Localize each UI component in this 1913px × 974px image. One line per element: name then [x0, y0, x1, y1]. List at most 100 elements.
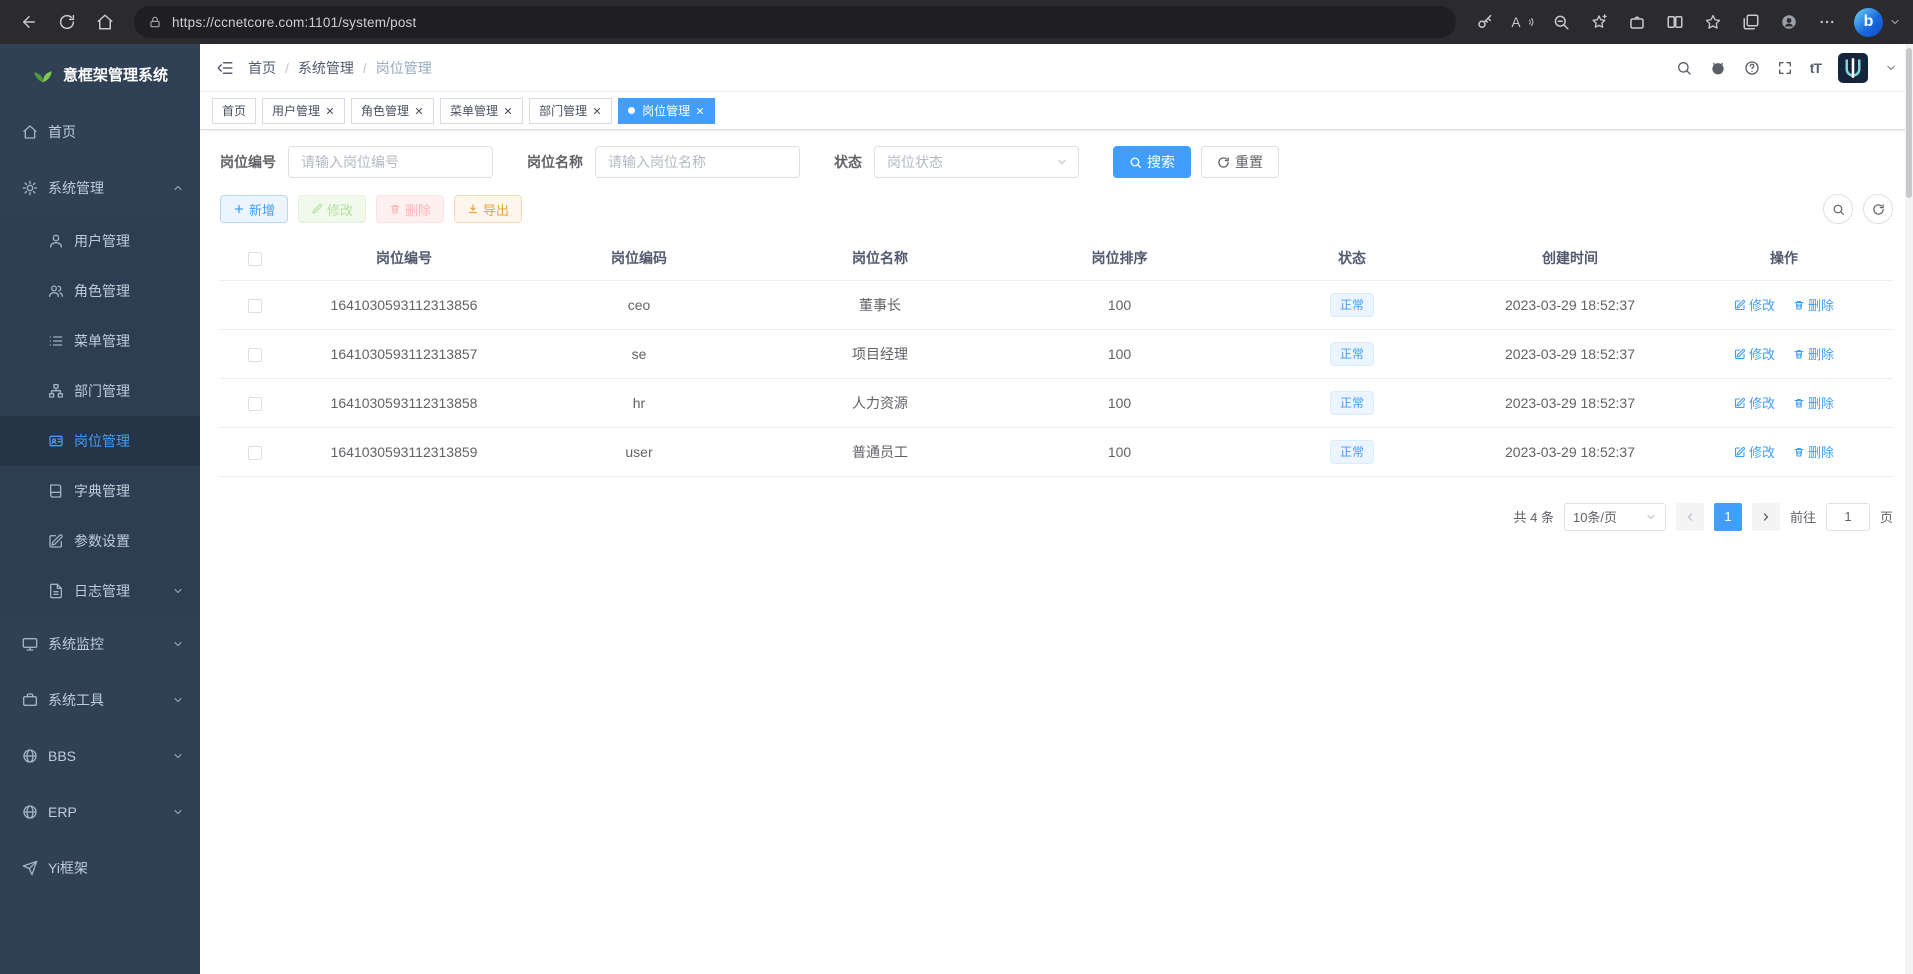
sidebar-item-label: 首页	[48, 122, 76, 142]
row-delete-link[interactable]: 删除	[1793, 295, 1834, 314]
address-bar[interactable]: https://ccnetcore.com:1101/system/post	[134, 6, 1456, 38]
sidebar-item-system-tools[interactable]: 系统工具	[0, 672, 200, 728]
sidebar-item-parameter-settings[interactable]: 参数设置	[0, 516, 200, 566]
sidebar-item-bbs[interactable]: BBS	[0, 728, 200, 784]
status-select[interactable]: 岗位状态	[874, 146, 1079, 178]
post-name-input[interactable]	[595, 146, 800, 178]
refresh-table-icon[interactable]	[1863, 194, 1893, 224]
collections-icon[interactable]	[1734, 5, 1768, 39]
browser-home-icon[interactable]	[88, 5, 122, 39]
row-edit-link[interactable]: 修改	[1734, 295, 1775, 314]
caret-down-icon[interactable]	[1885, 62, 1897, 74]
edit-button-label: 修改	[327, 200, 353, 219]
sidebar-item-system-monitor[interactable]: 系统监控	[0, 616, 200, 672]
sidebar-fold-icon[interactable]	[216, 59, 234, 77]
row-checkbox[interactable]	[248, 299, 262, 313]
edit-button[interactable]: 修改	[298, 195, 366, 223]
status-badge: 正常	[1330, 293, 1374, 317]
tab-home[interactable]: 首页	[212, 98, 256, 124]
user-avatar[interactable]	[1838, 53, 1868, 83]
search-icon	[1129, 156, 1142, 169]
split-screen-icon[interactable]	[1658, 5, 1692, 39]
sidebar-item-dictionary-management[interactable]: 字典管理	[0, 466, 200, 516]
chevron-up-icon	[172, 182, 184, 194]
current-page-button[interactable]: 1	[1714, 503, 1742, 531]
table-row: 1641030593112313859 user 普通员工 100 正常 202…	[220, 427, 1893, 476]
refresh-icon	[1872, 203, 1885, 216]
prev-page-button[interactable]	[1676, 503, 1704, 531]
sidebar-item-menu-management[interactable]: 菜单管理	[0, 316, 200, 366]
copilot-icon[interactable]: b	[1854, 8, 1883, 37]
add-favorite-icon[interactable]	[1582, 5, 1616, 39]
row-checkbox[interactable]	[248, 397, 262, 411]
browser-back-icon[interactable]	[12, 5, 46, 39]
sidebar-item-department-management[interactable]: 部门管理	[0, 366, 200, 416]
zoom-icon[interactable]	[1544, 5, 1578, 39]
toggle-search-icon[interactable]	[1823, 194, 1853, 224]
cell-post-sort: 100	[1000, 378, 1239, 427]
close-icon[interactable]	[695, 106, 705, 116]
row-checkbox[interactable]	[248, 348, 262, 362]
tab-post-management[interactable]: 岗位管理	[618, 98, 715, 124]
reset-button[interactable]: 重置	[1201, 146, 1279, 178]
sidebar-item-role-management[interactable]: 角色管理	[0, 266, 200, 316]
sidebar-item-home[interactable]: 首页	[0, 104, 200, 160]
next-page-button[interactable]	[1752, 503, 1780, 531]
tab-department-management[interactable]: 部门管理	[529, 98, 612, 124]
row-delete-link[interactable]: 删除	[1793, 393, 1834, 412]
scrollbar-thumb[interactable]	[1906, 48, 1912, 198]
sidebar-item-erp[interactable]: ERP	[0, 784, 200, 840]
password-key-icon[interactable]	[1468, 5, 1502, 39]
goto-page-input[interactable]	[1826, 503, 1870, 531]
profile-avatar-icon[interactable]	[1772, 5, 1806, 39]
add-button[interactable]: 新增	[220, 195, 288, 223]
close-icon[interactable]	[592, 106, 602, 116]
row-delete-link[interactable]: 删除	[1793, 344, 1834, 363]
extensions-icon[interactable]	[1620, 5, 1654, 39]
table-row: 1641030593112313857 se 项目经理 100 正常 2023-…	[220, 329, 1893, 378]
status-select-placeholder: 岗位状态	[887, 152, 943, 172]
page-size-select[interactable]: 10条/页	[1564, 503, 1666, 531]
row-edit-link[interactable]: 修改	[1734, 393, 1775, 412]
delete-button[interactable]: 删除	[376, 195, 444, 223]
copilot-caret-icon[interactable]	[1889, 16, 1901, 28]
select-all-checkbox[interactable]	[248, 252, 262, 266]
window-scrollbar[interactable]	[1905, 44, 1913, 974]
sidebar-item-user-management[interactable]: 用户管理	[0, 216, 200, 266]
browser-refresh-icon[interactable]	[50, 5, 84, 39]
font-size-icon[interactable]: tT	[1810, 60, 1821, 76]
read-aloud-icon[interactable]: A	[1506, 5, 1540, 39]
browser-menu-icon[interactable]	[1810, 5, 1844, 39]
row-edit-link[interactable]: 修改	[1734, 344, 1775, 363]
close-icon[interactable]	[503, 106, 513, 116]
sidebar-item-system-management[interactable]: 系统管理	[0, 160, 200, 216]
close-icon[interactable]	[325, 106, 335, 116]
fullscreen-icon[interactable]	[1777, 60, 1793, 76]
site-lock-icon	[148, 15, 162, 29]
favorites-icon[interactable]	[1696, 5, 1730, 39]
row-delete-link[interactable]: 删除	[1793, 442, 1834, 461]
trash-icon	[1793, 299, 1805, 311]
close-icon[interactable]	[414, 106, 424, 116]
tab-label: 用户管理	[272, 102, 320, 119]
github-icon[interactable]	[1709, 59, 1727, 77]
post-id-input[interactable]	[288, 146, 493, 178]
breadcrumb-item-home[interactable]: 首页	[248, 58, 276, 78]
checkbox-cell	[220, 427, 290, 476]
sidebar-item-post-management[interactable]: 岗位管理	[0, 416, 200, 466]
tab-user-management[interactable]: 用户管理	[262, 98, 345, 124]
row-checkbox[interactable]	[248, 446, 262, 460]
breadcrumb-item-system-management[interactable]: 系统管理	[298, 58, 354, 78]
export-button[interactable]: 导出	[454, 195, 522, 223]
tab-menu-management[interactable]: 菜单管理	[440, 98, 523, 124]
search-button[interactable]: 搜索	[1113, 146, 1191, 178]
tab-role-management[interactable]: 角色管理	[351, 98, 434, 124]
sidebar-item-yi-framework[interactable]: Yi框架	[0, 840, 200, 896]
status-badge: 正常	[1330, 342, 1374, 366]
cell-post-id: 1641030593112313859	[290, 427, 518, 476]
search-icon[interactable]	[1676, 60, 1692, 76]
help-icon[interactable]	[1744, 60, 1760, 76]
row-edit-link[interactable]: 修改	[1734, 442, 1775, 461]
pencil-icon	[311, 203, 323, 215]
sidebar-item-log-management[interactable]: 日志管理	[0, 566, 200, 616]
